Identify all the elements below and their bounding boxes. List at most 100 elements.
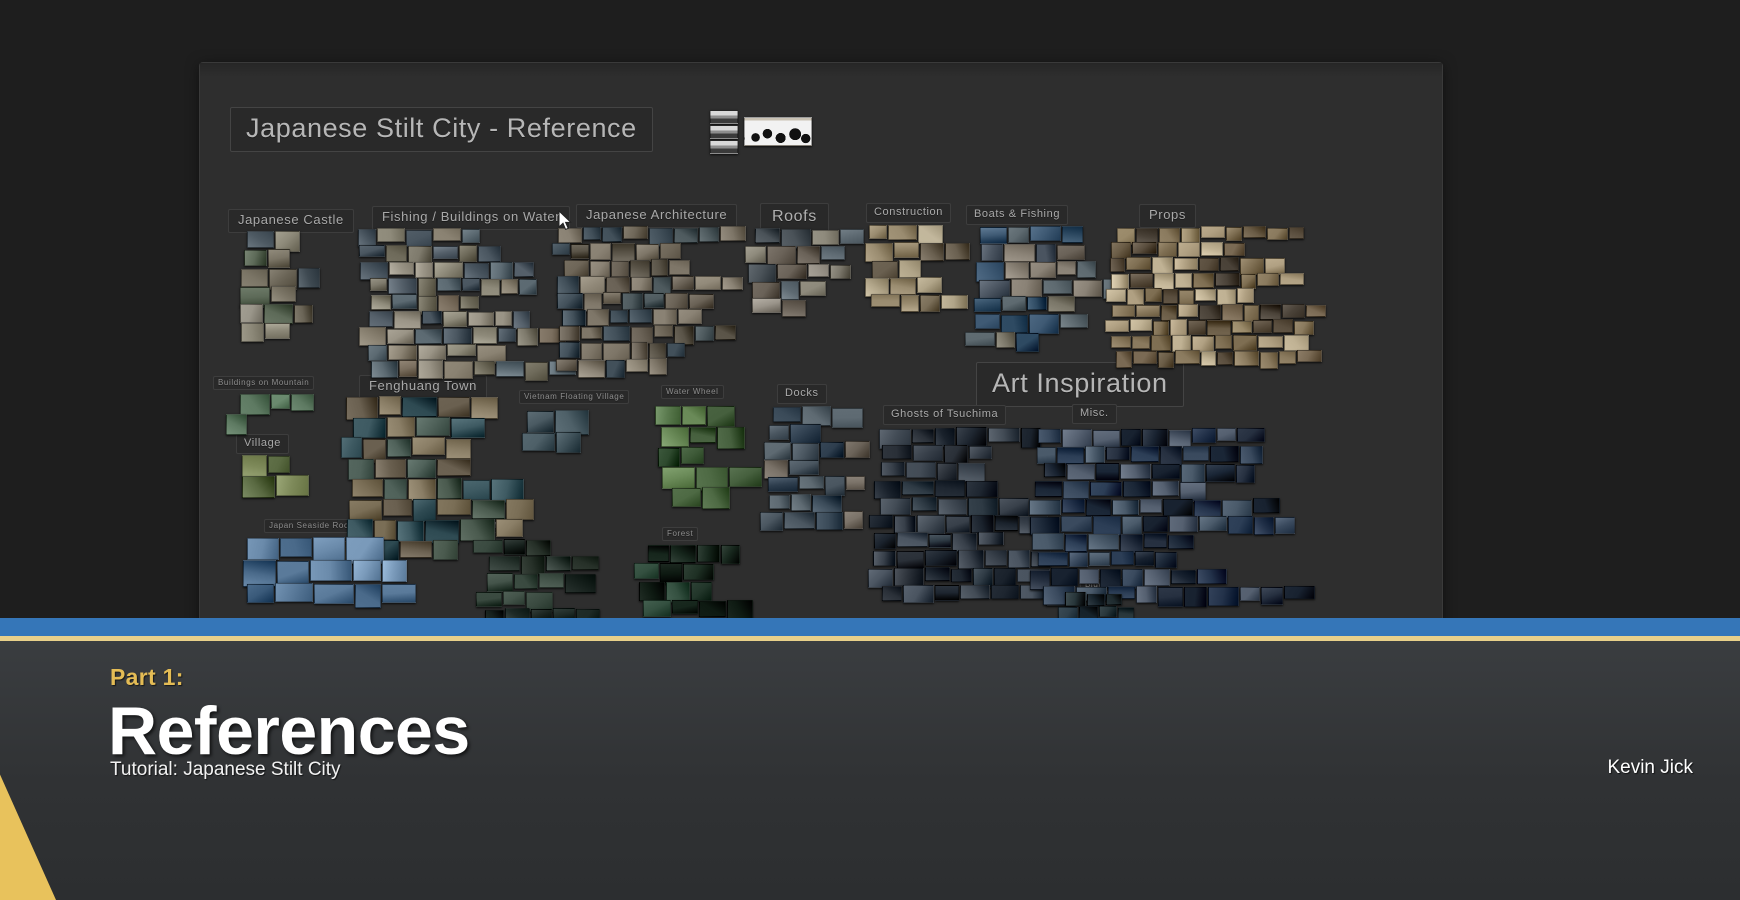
board-title[interactable]: Japanese Stilt City - Reference [230,107,653,153]
reference-thumbnail[interactable] [658,448,680,467]
reference-thumbnail[interactable] [1143,516,1168,532]
reference-thumbnail[interactable] [669,260,690,275]
reference-thumbnail[interactable] [242,455,267,477]
reference-thumbnail[interactable] [387,417,415,437]
reference-thumbnail[interactable] [1260,352,1278,369]
reference-thumbnail[interactable] [1254,517,1274,535]
reference-thumbnail[interactable] [603,326,630,341]
reference-thumbnail[interactable] [1160,446,1182,466]
reference-thumbnail[interactable] [606,360,625,378]
reference-thumbnail[interactable] [820,442,844,458]
reference-thumbnail[interactable] [1133,351,1157,364]
reference-thumbnail[interactable] [557,293,583,309]
reference-thumbnail[interactable] [1183,446,1209,461]
group-label[interactable]: Japanese Architecture [576,204,738,228]
reference-thumbnail[interactable] [902,481,934,495]
reference-thumbnail[interactable] [869,515,893,528]
reference-thumbnail[interactable] [626,359,648,372]
reference-thumbnail[interactable] [1048,296,1075,312]
reference-thumbnail[interactable] [976,262,1004,282]
reference-thumbnail[interactable] [387,329,414,344]
reference-thumbnail[interactable] [941,295,968,309]
reference-thumbnail[interactable] [1038,429,1061,443]
reference-thumbnail[interactable] [721,545,740,564]
reference-thumbnail[interactable] [495,311,512,326]
reference-thumbnail[interactable] [1123,481,1151,497]
reference-thumbnail[interactable] [514,574,538,589]
reference-thumbnail[interactable] [298,268,320,288]
group-label[interactable]: Fishing / Buildings on Water [372,206,571,230]
reference-thumbnail[interactable] [672,276,694,290]
reference-thumbnail[interactable] [353,418,386,438]
reference-thumbnail[interactable] [1063,481,1089,499]
reference-thumbnail[interactable] [590,243,611,260]
reference-thumbnail[interactable] [800,281,826,296]
reference-thumbnail[interactable] [1171,570,1196,584]
reference-thumbnail[interactable] [383,499,412,516]
reference-thumbnail[interactable] [925,567,950,581]
reference-thumbnail[interactable] [988,428,1020,442]
reference-thumbnail[interactable] [938,499,967,515]
reference-thumbnail[interactable] [406,230,432,247]
reference-thumbnail[interactable] [812,495,842,513]
reference-thumbnail[interactable] [1090,482,1122,496]
reference-thumbnail[interactable] [447,344,476,356]
reference-thumbnail[interactable] [387,439,411,457]
reference-thumbnail[interactable] [1240,446,1263,464]
reference-thumbnail[interactable] [1032,533,1064,550]
reference-thumbnail[interactable] [1073,280,1102,297]
reference-thumbnail[interactable] [291,394,314,411]
reference-thumbnail[interactable] [386,245,407,262]
reference-thumbnail[interactable] [1159,228,1180,243]
reference-thumbnail[interactable] [873,551,896,566]
reference-thumbnail[interactable] [981,244,1003,261]
reference-thumbnail[interactable] [1217,352,1233,365]
reference-thumbnail[interactable] [1051,568,1078,586]
reference-thumbnail[interactable] [1208,587,1239,606]
reference-thumbnail[interactable] [1085,446,1105,463]
reference-thumbnail[interactable] [968,498,998,516]
reference-thumbnail[interactable] [268,249,290,268]
reference-thumbnail[interactable] [699,227,719,242]
reference-thumbnail[interactable] [371,295,391,310]
reference-thumbnail[interactable] [522,433,555,451]
reference-thumbnail[interactable] [1111,274,1129,289]
reference-thumbnail[interactable] [1194,500,1221,517]
pureref-canvas[interactable]: Japanese Castle Fishing / Buildings on Wa… [200,63,1442,692]
reference-thumbnail[interactable] [433,540,458,560]
reference-thumbnail[interactable] [1237,428,1265,442]
reference-thumbnail[interactable] [271,394,290,409]
reference-thumbnail[interactable] [1174,258,1198,270]
reference-thumbnail[interactable] [1253,498,1280,513]
reference-thumbnail[interactable] [1152,481,1179,496]
reference-thumbnail[interactable] [844,511,863,529]
reference-thumbnail[interactable] [264,304,293,324]
reference-thumbnail[interactable] [667,343,685,357]
reference-thumbnail[interactable] [707,406,735,427]
reference-thumbnail[interactable] [460,296,479,309]
reference-thumbnail[interactable] [1192,428,1216,443]
reference-thumbnail[interactable] [1206,464,1235,482]
reference-thumbnail[interactable] [1057,245,1085,260]
reference-thumbnail[interactable] [580,276,605,294]
reference-thumbnail[interactable] [460,519,495,541]
reference-thumbnail[interactable] [689,294,714,309]
reference-thumbnail[interactable] [946,516,970,533]
reference-thumbnail[interactable] [812,230,839,245]
reference-thumbnail[interactable] [349,500,382,521]
reference-thumbnail[interactable] [1106,447,1130,460]
reference-thumbnail[interactable] [1112,305,1135,317]
reference-thumbnail[interactable] [1140,499,1162,513]
reference-thumbnail[interactable] [935,585,959,601]
reference-thumbnail[interactable] [388,345,417,360]
reference-thumbnail[interactable] [416,417,450,436]
reference-thumbnail[interactable] [556,359,577,371]
reference-thumbnail[interactable] [874,481,901,499]
reference-thumbnail[interactable] [897,532,928,547]
reference-thumbnail[interactable] [1169,516,1198,532]
reference-thumbnail[interactable] [654,325,673,337]
reference-thumbnail[interactable] [517,328,538,346]
reference-thumbnail[interactable] [784,512,815,529]
reference-thumbnail[interactable] [1067,464,1095,480]
reference-thumbnail[interactable] [359,327,386,346]
